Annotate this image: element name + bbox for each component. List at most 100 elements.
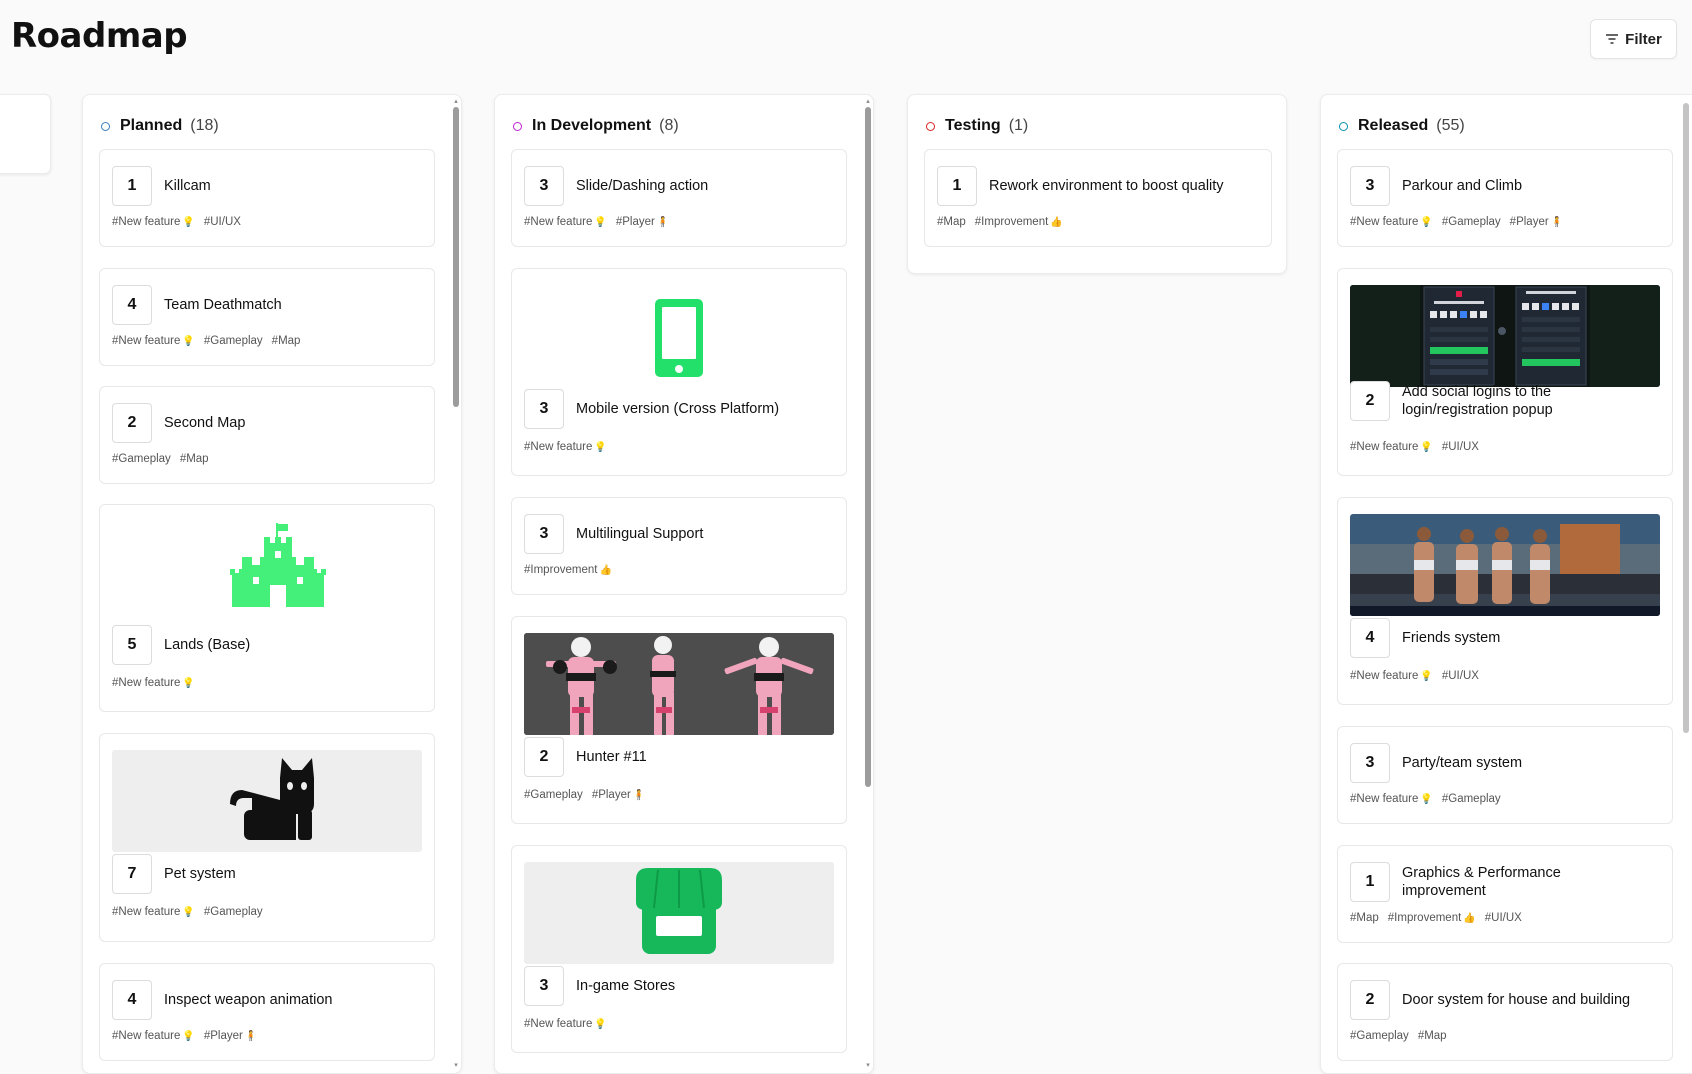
upvote-button[interactable]: 1 <box>937 166 977 206</box>
card-title: Add social logins to the login/registrat… <box>1402 384 1553 418</box>
tag: #UI/UX <box>1441 441 1479 453</box>
card-media <box>1350 285 1660 387</box>
upvote-button[interactable]: 2 <box>1350 980 1390 1020</box>
lightbulb-icon: 💡 <box>594 1019 607 1030</box>
roadmap-card[interactable]: 3 Multilingual Support #Improvement 👍 <box>511 497 847 595</box>
card-title: Graphics & Performance improvement <box>1402 865 1561 899</box>
column-title: Planned <box>120 117 183 134</box>
roadmap-card[interactable]: 2 Hunter #11 #Gameplay #Player 🧍 <box>511 616 847 824</box>
card-title: Killcam <box>164 178 211 194</box>
upvote-button[interactable]: 3 <box>524 966 564 1006</box>
roadmap-card[interactable]: 3 Slide/Dashing action #New feature 💡 #Pl… <box>511 149 847 247</box>
tag: #Gameplay <box>203 335 263 347</box>
roadmap-card[interactable]: 4 Inspect weapon animation #New feature 💡… <box>99 963 435 1061</box>
card-title: Friends system <box>1402 630 1501 646</box>
roadmap-card[interactable]: 7 Pet system #New feature 💡 #Gameplay <box>99 733 435 942</box>
scroll-down-arrow-icon[interactable]: ▾ <box>453 1062 459 1069</box>
status-dot-icon <box>101 121 110 131</box>
roadmap-card[interactable]: 2 Second Map #Gameplay #Map <box>99 386 435 484</box>
roadmap-card[interactable]: 2 Add social logins to the login/registr… <box>1337 268 1673 476</box>
card-title: Second Map <box>164 415 246 431</box>
tag: #Gameplay <box>1441 793 1501 805</box>
upvote-button[interactable]: 5 <box>112 625 152 665</box>
card-media <box>112 750 422 852</box>
upvote-button[interactable]: 3 <box>1350 166 1390 206</box>
roadmap-card[interactable]: 3 Mobile version (Cross Platform) #New f… <box>511 268 847 476</box>
card-title: Parkour and Climb <box>1402 178 1523 194</box>
card-media <box>524 285 834 387</box>
tag: #Map <box>179 453 209 465</box>
scroll-up-arrow-icon[interactable]: ▴ <box>453 98 459 105</box>
roadmap-card[interactable]: 1 Rework environment to boost quality #M… <box>924 149 1272 247</box>
card-title: Team Deathmatch <box>164 297 282 313</box>
upvote-button[interactable]: 3 <box>524 514 564 554</box>
upvote-button[interactable]: 2 <box>1350 381 1390 421</box>
roadmap-card[interactable]: 4 Team Deathmatch #New feature 💡 #Gamepla… <box>99 268 435 366</box>
card-title: In-game Stores <box>576 978 676 994</box>
lightbulb-icon: 💡 <box>594 217 607 228</box>
tag: #UI/UX <box>203 216 241 228</box>
roadmap-card[interactable]: 4 Friends system #New feature 💡 #UI/UX <box>1337 497 1673 705</box>
scroll-up-arrow-icon[interactable]: ▴ <box>865 98 871 105</box>
card-title: Multilingual Support <box>576 526 704 542</box>
card-title: Hunter #11 <box>576 749 647 765</box>
filter-button[interactable]: Filter <box>1590 19 1677 59</box>
roadmap-card[interactable]: 3 In-game Stores #New feature 💡 <box>511 845 847 1053</box>
tag: #New feature 💡 <box>524 441 607 453</box>
upvote-button[interactable]: 4 <box>112 980 152 1020</box>
thumbs-up-icon: 👍 <box>1463 913 1476 924</box>
upvote-button[interactable]: 1 <box>112 166 152 206</box>
column-count: (55) <box>1436 117 1465 134</box>
scroll-thumb[interactable] <box>1683 103 1689 733</box>
tag: #New feature 💡 <box>1350 441 1433 453</box>
lightbulb-icon: 💡 <box>182 907 195 918</box>
card-title: Party/team system <box>1402 755 1523 771</box>
cat-icon <box>230 758 314 840</box>
scrollbar[interactable]: ▴ ▾ <box>865 98 871 1069</box>
thumbs-up-icon: 👍 <box>599 565 612 576</box>
tag: #Player 🧍 <box>203 1030 258 1042</box>
mobile-phone-icon <box>655 299 703 377</box>
column-title: Testing <box>945 117 1001 134</box>
upvote-button[interactable]: 3 <box>1350 743 1390 783</box>
upvote-button[interactable]: 4 <box>1350 618 1390 658</box>
lightbulb-icon: 💡 <box>1420 671 1433 682</box>
login-popup-screenshot <box>1350 285 1660 387</box>
scrollbar[interactable] <box>1683 103 1689 1065</box>
upvote-button[interactable]: 3 <box>524 166 564 206</box>
roadmap-card[interactable]: 3 Party/team system #New feature 💡 #Gamep… <box>1337 726 1673 824</box>
collapsed-column <box>0 94 51 174</box>
column-title: In Development <box>532 117 652 134</box>
scroll-down-arrow-icon[interactable]: ▾ <box>865 1062 871 1069</box>
scroll-thumb[interactable] <box>453 107 459 407</box>
tag: #Map <box>1350 912 1379 924</box>
status-dot-icon <box>926 121 935 131</box>
tag: #New feature 💡 <box>112 216 195 228</box>
card-media <box>524 862 834 964</box>
roadmap-card[interactable]: 5 Lands (Base) #New feature 💡 <box>99 504 435 712</box>
roadmap-card[interactable]: 3 Parkour and Climb #New feature 💡 #Gamep… <box>1337 149 1673 247</box>
upvote-button[interactable]: 3 <box>524 389 564 429</box>
column-header: Planned (18) <box>101 117 219 135</box>
scrollbar[interactable]: ▴ ▾ <box>453 98 459 1069</box>
filter-icon <box>1606 34 1619 44</box>
upvote-button[interactable]: 4 <box>112 285 152 325</box>
roadmap-card[interactable]: 2 Door system for house and building #Ga… <box>1337 963 1673 1061</box>
scroll-thumb[interactable] <box>865 107 871 787</box>
upvote-button[interactable]: 2 <box>112 403 152 443</box>
upvote-button[interactable]: 1 <box>1350 862 1390 902</box>
tag: #Gameplay <box>203 906 263 918</box>
castle-icon <box>230 523 326 607</box>
tag: #New feature 💡 <box>1350 216 1433 228</box>
card-title: Lands (Base) <box>164 637 251 653</box>
lightbulb-icon: 💡 <box>1420 794 1433 805</box>
roadmap-card[interactable]: 1 Graphics & Performance improvement #Ma… <box>1337 845 1673 943</box>
upvote-button[interactable]: 7 <box>112 854 152 894</box>
roadmap-card[interactable]: 1 Killcam #New feature 💡 #UI/UX <box>99 149 435 247</box>
tag: #Gameplay <box>1350 1030 1409 1042</box>
tag: #New feature 💡 <box>1350 670 1433 682</box>
tag: #UI/UX <box>1441 670 1479 682</box>
tag: #Gameplay <box>112 453 171 465</box>
person-icon: 🧍 <box>632 790 646 801</box>
upvote-button[interactable]: 2 <box>524 737 564 777</box>
